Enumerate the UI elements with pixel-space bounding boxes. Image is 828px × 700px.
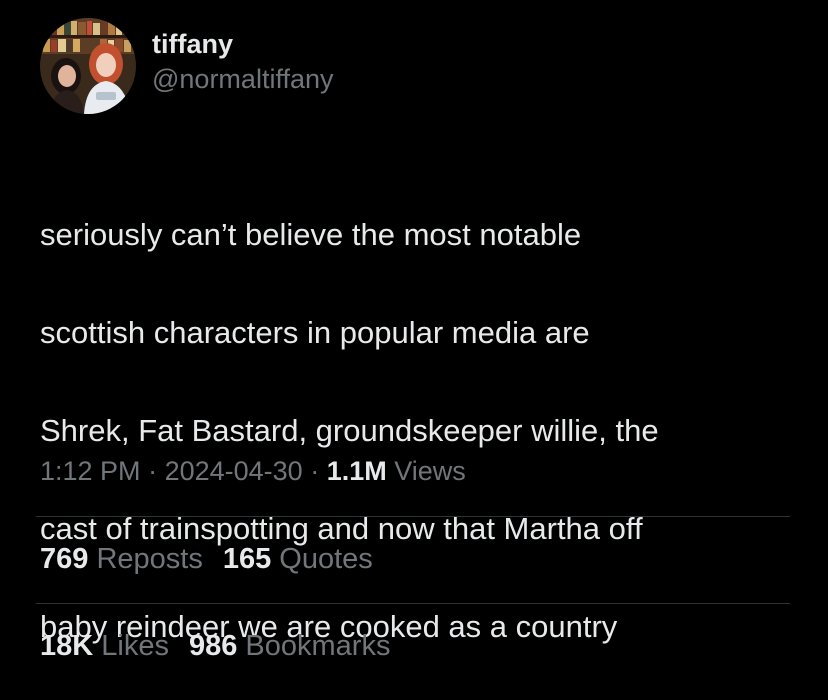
likes-stat[interactable]: 18K Likes <box>40 630 169 662</box>
profile-photo-avatar[interactable] <box>40 18 136 114</box>
divider <box>36 603 790 604</box>
divider <box>36 516 790 517</box>
engagement-stats-row: 18K Likes 986 Bookmarks <box>40 628 410 664</box>
reposts-stat[interactable]: 769 Reposts <box>40 543 203 575</box>
likes-count: 18K <box>40 630 94 662</box>
reposts-count: 769 <box>40 543 89 575</box>
quotes-label: Quotes <box>279 543 373 575</box>
engagement-stats-row: 769 Reposts 165 Quotes <box>40 541 393 577</box>
bookmarks-stat[interactable]: 986 Bookmarks <box>189 630 391 662</box>
tweet-text: seriously can’t believe the most notable… <box>40 161 800 700</box>
tweet-time[interactable]: 1:12 PM <box>40 456 141 486</box>
quotes-stat[interactable]: 165 Quotes <box>223 543 373 575</box>
tweet-text-line: Shrek, Fat Bastard, groundskeeper willie… <box>40 413 659 448</box>
tweet-text-line: seriously can’t believe the most notable <box>40 217 582 252</box>
author-handle[interactable]: @normaltiffany <box>152 61 334 97</box>
author-display-name[interactable]: tiffany <box>152 27 334 61</box>
tweet-meta: 1:12 PM · 2024-04-30 · 1.1M Views <box>40 453 466 489</box>
bookmarks-count: 986 <box>188 630 238 662</box>
views-count: 1.1M <box>326 456 387 486</box>
tweet-header: tiffany @normaltiffany <box>40 18 334 114</box>
views-label: Views <box>394 456 466 486</box>
meta-separator: · <box>302 456 327 486</box>
tweet-text-line: scottish characters in popular media are <box>40 315 590 350</box>
tweet-date[interactable]: 2024-04-30 <box>165 456 303 486</box>
quotes-count: 165 <box>222 543 272 575</box>
avatar-image <box>40 18 136 114</box>
meta-separator: · <box>140 456 165 486</box>
bookmarks-label: Bookmarks <box>245 630 391 662</box>
likes-label: Likes <box>101 630 169 662</box>
author-names: tiffany @normaltiffany <box>152 27 334 97</box>
reposts-label: Reposts <box>96 543 203 575</box>
